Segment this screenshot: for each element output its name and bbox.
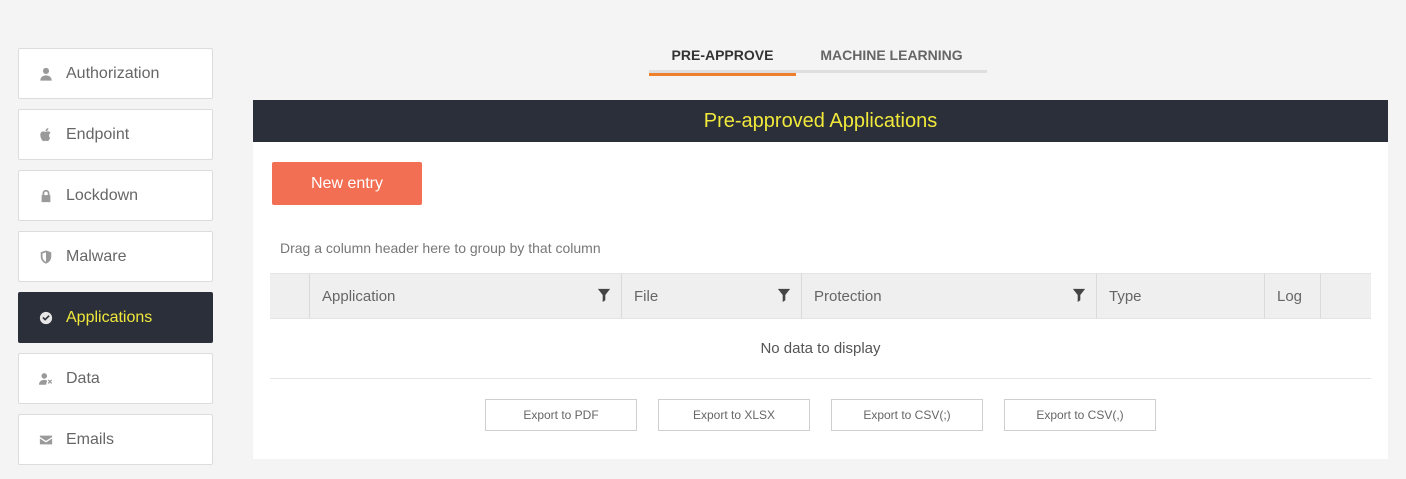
sidebar-item-label: Data xyxy=(66,369,100,387)
sidebar-item-label: Authorization xyxy=(66,64,160,82)
sidebar-nav: Authorization Endpoint Lockdown Malware … xyxy=(18,48,213,475)
sidebar-item-data[interactable]: Data xyxy=(18,353,213,404)
user-icon xyxy=(38,66,54,82)
filter-icon[interactable] xyxy=(777,288,791,302)
column-label: File xyxy=(634,287,659,305)
pre-approved-panel: Pre-approved Applications New entry Drag… xyxy=(253,100,1388,459)
panel-title: Pre-approved Applications xyxy=(253,100,1388,142)
column-header-application[interactable]: Application xyxy=(310,274,622,318)
column-header-actions xyxy=(1321,274,1371,318)
sidebar-item-label: Malware xyxy=(66,247,127,265)
filter-icon[interactable] xyxy=(1072,288,1086,302)
check-circle-icon xyxy=(38,310,54,326)
column-header-file[interactable]: File xyxy=(622,274,802,318)
column-label: Type xyxy=(1109,287,1142,305)
column-header-select[interactable] xyxy=(270,274,310,318)
sidebar-item-endpoint[interactable]: Endpoint xyxy=(18,109,213,160)
tab-machine-learning[interactable]: MACHINE LEARNING xyxy=(796,36,987,73)
tab-pre-approve[interactable]: PRE-APPROVE xyxy=(649,36,796,76)
grid-empty-message: No data to display xyxy=(270,319,1371,379)
sidebar-item-label: Lockdown xyxy=(66,186,139,204)
export-toolbar: Export to PDF Export to XLSX Export to C… xyxy=(485,399,1177,431)
new-entry-button[interactable]: New entry xyxy=(272,162,422,205)
export-pdf-button[interactable]: Export to PDF xyxy=(485,399,637,431)
sidebar-item-emails[interactable]: Emails xyxy=(18,414,213,465)
lock-icon xyxy=(38,188,54,204)
column-header-protection[interactable]: Protection xyxy=(802,274,1097,318)
export-xlsx-button[interactable]: Export to XLSX xyxy=(658,399,810,431)
sidebar-item-authorization[interactable]: Authorization xyxy=(18,48,213,99)
column-header-log[interactable]: Log xyxy=(1265,274,1321,318)
filter-icon[interactable] xyxy=(597,288,611,302)
export-csv-comma-button[interactable]: Export to CSV(,) xyxy=(1004,399,1156,431)
grid-header-row: Application File Protection Type Log xyxy=(270,273,1371,319)
column-label: Application xyxy=(322,287,396,305)
user-x-icon xyxy=(38,371,54,387)
sidebar-item-applications[interactable]: Applications xyxy=(18,292,213,343)
tab-bar: PRE-APPROVE MACHINE LEARNING xyxy=(649,36,987,76)
envelope-icon xyxy=(38,432,54,448)
sidebar-item-label: Endpoint xyxy=(66,125,130,143)
column-header-type[interactable]: Type xyxy=(1097,274,1265,318)
sidebar-item-label: Emails xyxy=(66,430,115,448)
column-label: Log xyxy=(1277,287,1303,305)
column-label: Protection xyxy=(814,287,882,305)
sidebar-item-label: Applications xyxy=(66,308,153,326)
shield-icon xyxy=(38,249,54,265)
group-panel-hint[interactable]: Drag a column header here to group by th… xyxy=(280,240,601,256)
apple-icon xyxy=(38,127,54,143)
export-csv-semicolon-button[interactable]: Export to CSV(;) xyxy=(831,399,983,431)
sidebar-item-lockdown[interactable]: Lockdown xyxy=(18,170,213,221)
applications-grid: Application File Protection Type Log No … xyxy=(270,273,1371,379)
sidebar-item-malware[interactable]: Malware xyxy=(18,231,213,282)
